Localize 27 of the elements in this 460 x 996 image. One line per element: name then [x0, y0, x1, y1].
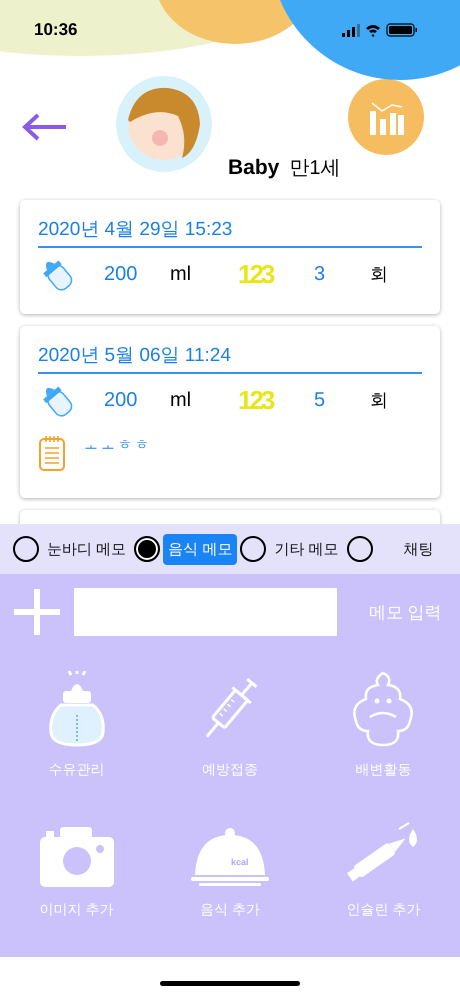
action-button[interactable]: 인슐린 추가: [306, 807, 460, 919]
kcal-label: kcal: [230, 857, 249, 867]
action-button[interactable]: 수유관리: [0, 667, 154, 779]
count-unit: 회: [370, 389, 388, 412]
baby-name: Baby: [228, 156, 280, 180]
count-unit: 회: [370, 263, 388, 286]
memo-type-option[interactable]: 눈바디 메모: [13, 534, 134, 564]
amount-unit: ml: [170, 388, 192, 412]
memo-text: ㅗㅗㅎㅎ: [84, 436, 152, 454]
amount-value: 200: [104, 262, 138, 286]
memo-submit-button[interactable]: 메모 입력: [365, 596, 446, 628]
status-time: 10:36: [34, 20, 78, 40]
count-value: 5: [314, 388, 326, 412]
action-button[interactable]: kcal 음식 추가: [153, 807, 307, 919]
action-button[interactable]: 배변활동: [306, 667, 460, 779]
memo-type-option[interactable]: 채팅: [346, 534, 442, 564]
amount-unit: ml: [170, 262, 192, 286]
count-value: 3: [314, 262, 326, 286]
record-date: 2020년 4월 29일 15:23: [38, 216, 422, 248]
record-date: 2020년 5월 06일 11:24: [38, 342, 422, 374]
action-button[interactable]: 이미지 추가: [0, 807, 154, 919]
baby-age: 만1세: [289, 156, 340, 181]
amount-value: 200: [104, 388, 138, 412]
count-icon: 123: [238, 384, 314, 416]
action-button[interactable]: 예방접종: [153, 667, 307, 779]
memo-type-option[interactable]: 기타 메모: [240, 534, 347, 564]
count-icon: 123: [238, 258, 314, 290]
